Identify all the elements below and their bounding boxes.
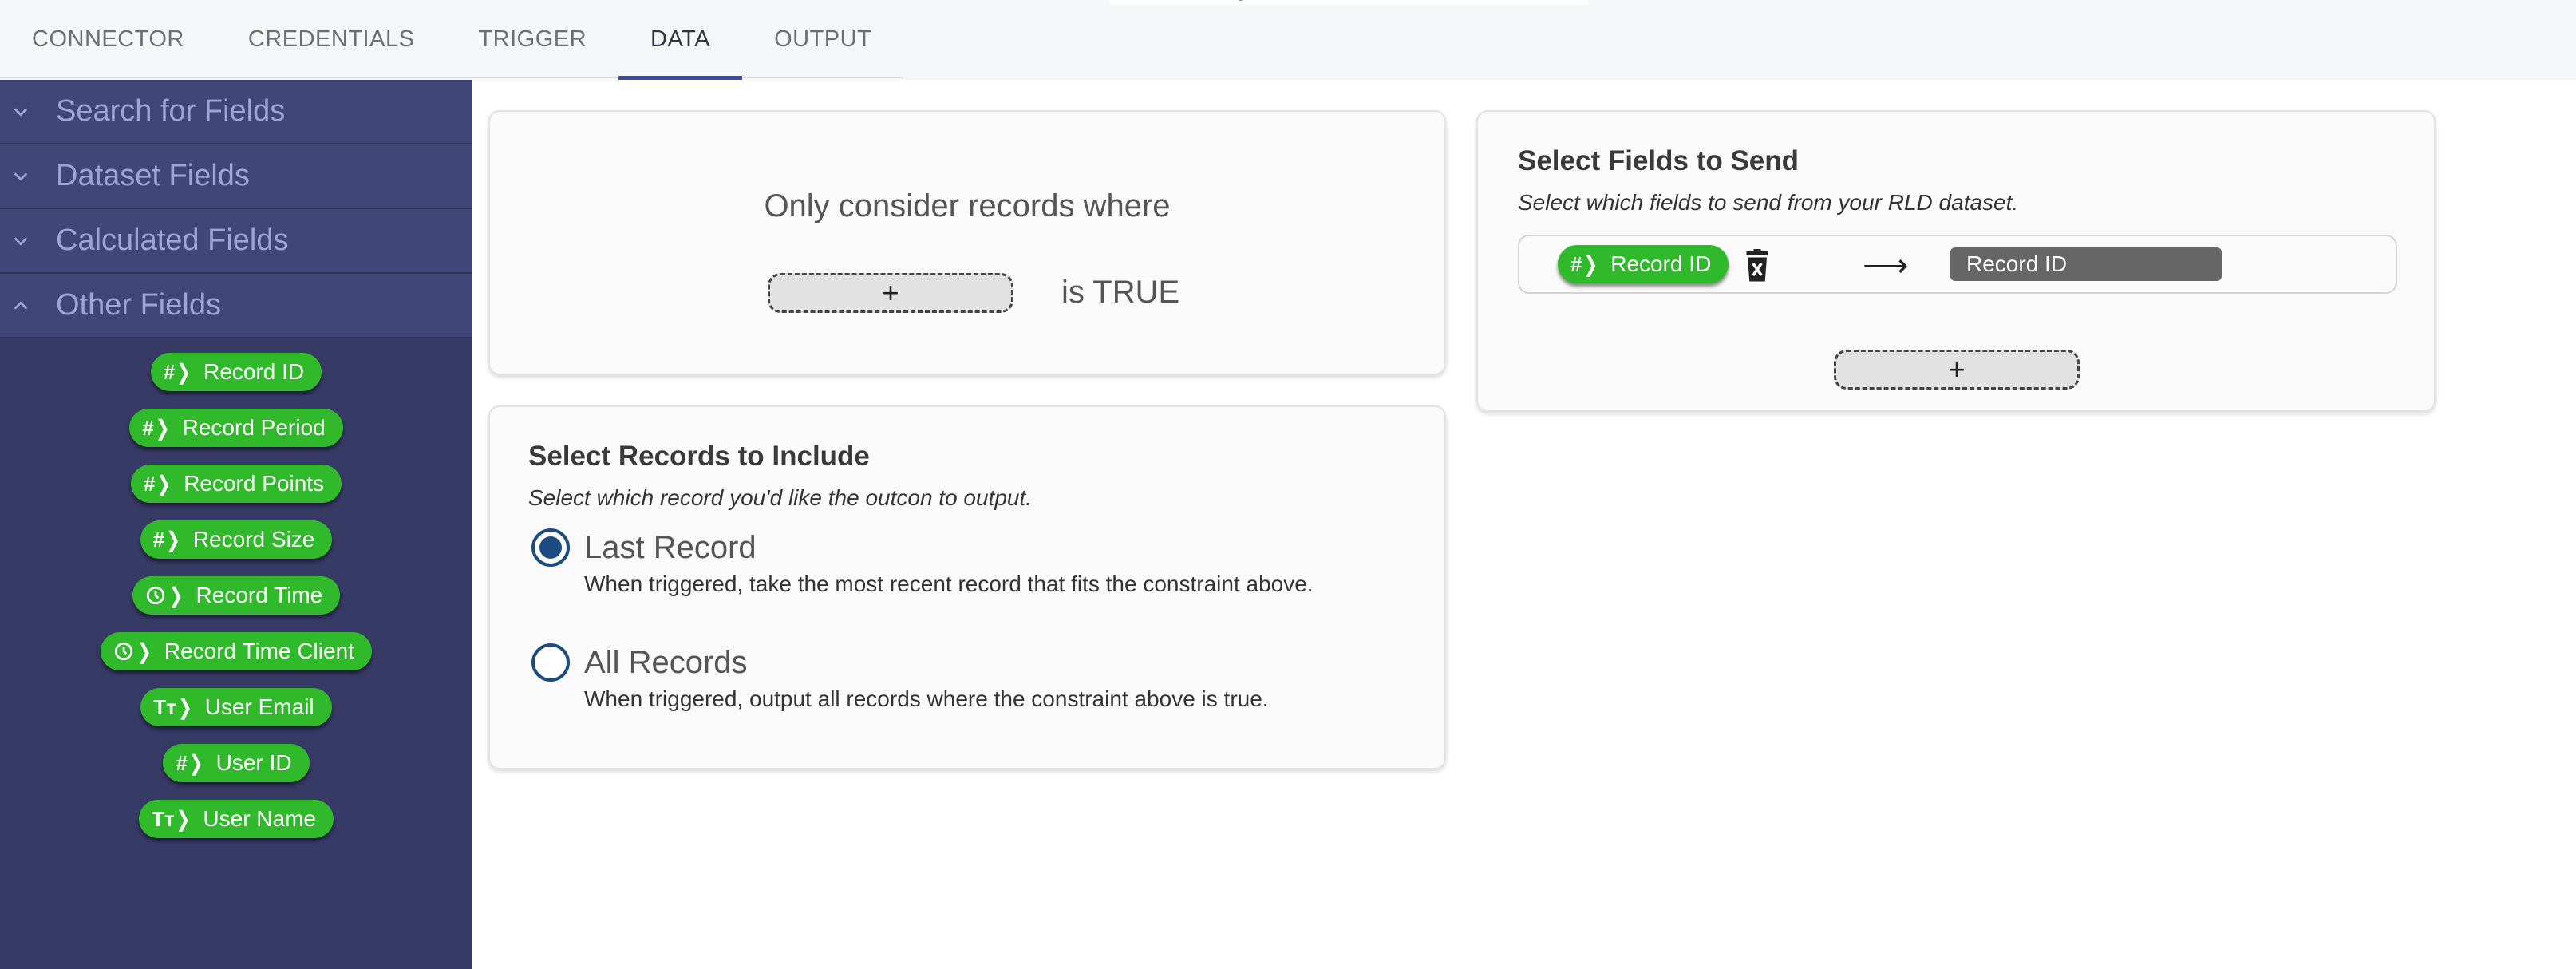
send-description: Select which fields to send from your RL…	[1518, 190, 2019, 215]
field-chip-label: Record Time Client	[164, 639, 354, 663]
option-last-record[interactable]: Last Record When triggered, take the mos…	[531, 528, 1314, 597]
number-icon: #❭	[143, 471, 173, 496]
option-label: All Records	[584, 645, 748, 680]
field-chip-user-name[interactable]: Tᴛ❭ User Name	[139, 800, 334, 838]
field-chip-record-id[interactable]: #❭ Record ID	[150, 353, 322, 391]
filter-suffix: is TRUE	[1061, 275, 1180, 310]
field-chip-label: Record Period	[182, 415, 326, 440]
trash-icon[interactable]	[1743, 249, 1772, 283]
records-title: Select Records to Include	[528, 441, 870, 472]
field-chip-record-size[interactable]: #❭ Record Size	[140, 520, 333, 559]
field-chip-label: Record Points	[184, 471, 325, 496]
text-icon: Tᴛ❭	[153, 694, 194, 719]
section-label: Dataset Fields	[56, 159, 250, 192]
number-icon: #❭	[1570, 251, 1600, 276]
records-description: Select which record you'd like the outco…	[528, 485, 1033, 510]
send-title: Select Fields to Send	[1518, 145, 1800, 176]
window-title: Output Connector - 1	[1109, 0, 1588, 16]
chevron-up-icon	[0, 273, 41, 338]
number-icon: #❭	[176, 750, 205, 775]
tab-output[interactable]: OUTPUT	[742, 0, 903, 78]
chevron-down-icon	[0, 208, 41, 273]
radio-selected-dot	[539, 536, 562, 559]
option-all-records[interactable]: All Records When triggered, output all r…	[531, 643, 1269, 712]
arrow-right-icon: ⟶	[1863, 248, 1909, 283]
field-mapping-row: #❭ Record ID ⟶ Record ID	[1518, 235, 2397, 294]
section-other-fields[interactable]: Other Fields	[0, 274, 472, 338]
field-chip-record-time-client[interactable]: ❭ Record Time Client	[101, 632, 372, 670]
radio-last-record[interactable]	[531, 528, 570, 567]
target-field-name[interactable]: Record ID	[1950, 247, 2222, 281]
section-label: Other Fields	[56, 288, 221, 322]
field-chip-user-email[interactable]: Tᴛ❭ User Email	[140, 688, 332, 726]
field-chip-label: User ID	[215, 750, 292, 775]
number-icon: #❭	[163, 359, 193, 384]
mapped-field-chip[interactable]: #❭ Record ID	[1558, 245, 1729, 283]
clock-icon: ❭	[113, 639, 153, 664]
field-chip-label: Record Time	[196, 583, 323, 607]
field-chip-record-points[interactable]: #❭ Record Points	[130, 465, 342, 503]
text-icon: Tᴛ❭	[152, 806, 192, 831]
section-label: Calculated Fields	[56, 223, 289, 257]
mapped-field-label: Record ID	[1610, 251, 1712, 276]
field-chip-label: Record Size	[192, 527, 315, 552]
field-chip-label: User Name	[203, 806, 316, 831]
tab-data[interactable]: DATA	[618, 0, 743, 80]
option-text: Last Record When triggered, take the mos…	[584, 528, 1314, 597]
records-card: Select Records to Include Select which r…	[488, 405, 1446, 769]
send-fields-card: Select Fields to Send Select which field…	[1476, 110, 2436, 412]
filter-card: Only consider records where + is TRUE	[488, 110, 1446, 375]
section-label: Search for Fields	[56, 94, 286, 128]
add-condition-button[interactable]: +	[768, 273, 1013, 313]
tab-trigger[interactable]: TRIGGER	[446, 0, 618, 78]
other-fields-list: #❭ Record ID #❭ Record Period #❭ Record …	[0, 338, 472, 838]
number-icon: #❭	[142, 415, 172, 440]
top-bar: CONNECTOR CREDENTIALS TRIGGER DATA OUTPU…	[0, 0, 2576, 80]
filter-title: Only consider records where	[764, 188, 1171, 223]
option-text: All Records When triggered, output all r…	[584, 643, 1269, 712]
field-chip-label: Record ID	[203, 359, 305, 384]
option-description: When triggered, take the most recent rec…	[584, 572, 1314, 596]
clock-icon: ❭	[145, 583, 185, 608]
option-label: Last Record	[584, 530, 757, 565]
tab-credentials[interactable]: CREDENTIALS	[216, 0, 447, 78]
field-chip-record-time[interactable]: ❭ Record Time	[132, 576, 341, 615]
field-chip-label: User Email	[204, 694, 314, 719]
field-chip-record-period[interactable]: #❭ Record Period	[129, 409, 343, 447]
tab-connector[interactable]: CONNECTOR	[0, 0, 216, 78]
field-chip-user-id[interactable]: #❭ User ID	[163, 744, 310, 782]
tab-bar: CONNECTOR CREDENTIALS TRIGGER DATA OUTPU…	[0, 0, 904, 80]
section-calculated-fields[interactable]: Calculated Fields	[0, 209, 472, 274]
radio-all-records[interactable]	[531, 643, 570, 682]
option-description: When triggered, output all records where…	[584, 686, 1269, 711]
field-sidebar: Search for Fields Dataset Fields Calcula…	[0, 80, 472, 969]
chevron-down-icon	[0, 144, 41, 208]
chevron-down-icon	[0, 79, 41, 144]
section-search-for-fields[interactable]: Search for Fields	[0, 80, 472, 144]
section-dataset-fields[interactable]: Dataset Fields	[0, 144, 472, 209]
number-icon: #❭	[152, 527, 182, 552]
add-field-button[interactable]: +	[1834, 350, 2080, 390]
